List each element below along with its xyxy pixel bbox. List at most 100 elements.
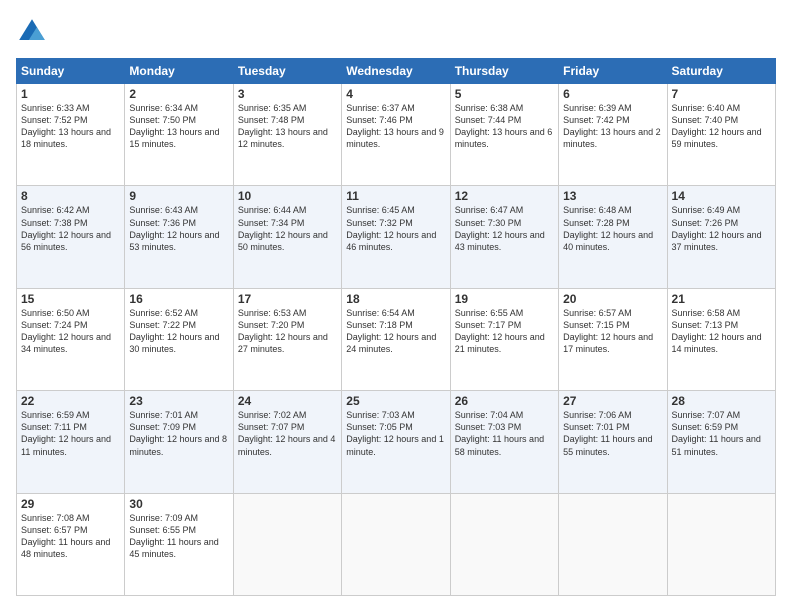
day-number: 3	[238, 87, 337, 101]
day-number: 4	[346, 87, 445, 101]
day-info: Sunrise: 6:38 AMSunset: 7:44 PMDaylight:…	[455, 102, 554, 151]
day-number: 19	[455, 292, 554, 306]
day-info: Sunrise: 6:44 AMSunset: 7:34 PMDaylight:…	[238, 204, 337, 253]
calendar-cell: 8Sunrise: 6:42 AMSunset: 7:38 PMDaylight…	[17, 186, 125, 288]
page: SundayMondayTuesdayWednesdayThursdayFrid…	[0, 0, 792, 612]
calendar-cell: 18Sunrise: 6:54 AMSunset: 7:18 PMDayligh…	[342, 288, 450, 390]
calendar-cell	[342, 493, 450, 595]
day-info: Sunrise: 7:06 AMSunset: 7:01 PMDaylight:…	[563, 409, 662, 458]
calendar-cell: 4Sunrise: 6:37 AMSunset: 7:46 PMDaylight…	[342, 84, 450, 186]
calendar-cell: 28Sunrise: 7:07 AMSunset: 6:59 PMDayligh…	[667, 391, 775, 493]
calendar-header: SundayMondayTuesdayWednesdayThursdayFrid…	[17, 59, 776, 84]
calendar-cell: 27Sunrise: 7:06 AMSunset: 7:01 PMDayligh…	[559, 391, 667, 493]
calendar-cell: 30Sunrise: 7:09 AMSunset: 6:55 PMDayligh…	[125, 493, 233, 595]
week-row-1: 1Sunrise: 6:33 AMSunset: 7:52 PMDaylight…	[17, 84, 776, 186]
calendar-cell: 14Sunrise: 6:49 AMSunset: 7:26 PMDayligh…	[667, 186, 775, 288]
logo-icon	[16, 16, 48, 48]
days-header-row: SundayMondayTuesdayWednesdayThursdayFrid…	[17, 59, 776, 84]
calendar-cell: 6Sunrise: 6:39 AMSunset: 7:42 PMDaylight…	[559, 84, 667, 186]
day-number: 5	[455, 87, 554, 101]
calendar-cell: 15Sunrise: 6:50 AMSunset: 7:24 PMDayligh…	[17, 288, 125, 390]
day-info: Sunrise: 6:37 AMSunset: 7:46 PMDaylight:…	[346, 102, 445, 151]
day-number: 28	[672, 394, 771, 408]
calendar-cell: 16Sunrise: 6:52 AMSunset: 7:22 PMDayligh…	[125, 288, 233, 390]
day-header-friday: Friday	[559, 59, 667, 84]
day-number: 29	[21, 497, 120, 511]
day-header-tuesday: Tuesday	[233, 59, 341, 84]
day-number: 23	[129, 394, 228, 408]
day-number: 30	[129, 497, 228, 511]
day-info: Sunrise: 6:49 AMSunset: 7:26 PMDaylight:…	[672, 204, 771, 253]
day-number: 25	[346, 394, 445, 408]
day-number: 8	[21, 189, 120, 203]
day-info: Sunrise: 6:50 AMSunset: 7:24 PMDaylight:…	[21, 307, 120, 356]
day-number: 20	[563, 292, 662, 306]
calendar-cell: 5Sunrise: 6:38 AMSunset: 7:44 PMDaylight…	[450, 84, 558, 186]
calendar-cell	[667, 493, 775, 595]
calendar-cell: 24Sunrise: 7:02 AMSunset: 7:07 PMDayligh…	[233, 391, 341, 493]
day-number: 14	[672, 189, 771, 203]
day-info: Sunrise: 6:52 AMSunset: 7:22 PMDaylight:…	[129, 307, 228, 356]
day-info: Sunrise: 6:39 AMSunset: 7:42 PMDaylight:…	[563, 102, 662, 151]
calendar-cell: 26Sunrise: 7:04 AMSunset: 7:03 PMDayligh…	[450, 391, 558, 493]
day-number: 15	[21, 292, 120, 306]
calendar-cell: 21Sunrise: 6:58 AMSunset: 7:13 PMDayligh…	[667, 288, 775, 390]
day-info: Sunrise: 6:53 AMSunset: 7:20 PMDaylight:…	[238, 307, 337, 356]
calendar-cell: 3Sunrise: 6:35 AMSunset: 7:48 PMDaylight…	[233, 84, 341, 186]
day-info: Sunrise: 6:54 AMSunset: 7:18 PMDaylight:…	[346, 307, 445, 356]
calendar-cell: 23Sunrise: 7:01 AMSunset: 7:09 PMDayligh…	[125, 391, 233, 493]
calendar-cell: 13Sunrise: 6:48 AMSunset: 7:28 PMDayligh…	[559, 186, 667, 288]
day-info: Sunrise: 7:09 AMSunset: 6:55 PMDaylight:…	[129, 512, 228, 561]
day-number: 16	[129, 292, 228, 306]
logo	[16, 16, 52, 48]
week-row-5: 29Sunrise: 7:08 AMSunset: 6:57 PMDayligh…	[17, 493, 776, 595]
day-info: Sunrise: 6:57 AMSunset: 7:15 PMDaylight:…	[563, 307, 662, 356]
day-number: 11	[346, 189, 445, 203]
day-info: Sunrise: 7:07 AMSunset: 6:59 PMDaylight:…	[672, 409, 771, 458]
calendar-cell: 9Sunrise: 6:43 AMSunset: 7:36 PMDaylight…	[125, 186, 233, 288]
day-info: Sunrise: 6:55 AMSunset: 7:17 PMDaylight:…	[455, 307, 554, 356]
calendar-cell: 7Sunrise: 6:40 AMSunset: 7:40 PMDaylight…	[667, 84, 775, 186]
day-header-wednesday: Wednesday	[342, 59, 450, 84]
day-info: Sunrise: 6:45 AMSunset: 7:32 PMDaylight:…	[346, 204, 445, 253]
calendar-table: SundayMondayTuesdayWednesdayThursdayFrid…	[16, 58, 776, 596]
calendar-cell: 29Sunrise: 7:08 AMSunset: 6:57 PMDayligh…	[17, 493, 125, 595]
day-number: 18	[346, 292, 445, 306]
day-info: Sunrise: 6:59 AMSunset: 7:11 PMDaylight:…	[21, 409, 120, 458]
calendar-body: 1Sunrise: 6:33 AMSunset: 7:52 PMDaylight…	[17, 84, 776, 596]
day-number: 1	[21, 87, 120, 101]
calendar-cell: 22Sunrise: 6:59 AMSunset: 7:11 PMDayligh…	[17, 391, 125, 493]
day-number: 6	[563, 87, 662, 101]
day-info: Sunrise: 6:58 AMSunset: 7:13 PMDaylight:…	[672, 307, 771, 356]
day-header-monday: Monday	[125, 59, 233, 84]
day-number: 12	[455, 189, 554, 203]
day-number: 2	[129, 87, 228, 101]
header	[16, 16, 776, 48]
day-info: Sunrise: 6:34 AMSunset: 7:50 PMDaylight:…	[129, 102, 228, 151]
day-number: 10	[238, 189, 337, 203]
day-number: 27	[563, 394, 662, 408]
calendar-cell	[559, 493, 667, 595]
day-number: 26	[455, 394, 554, 408]
day-header-thursday: Thursday	[450, 59, 558, 84]
day-number: 21	[672, 292, 771, 306]
day-info: Sunrise: 6:35 AMSunset: 7:48 PMDaylight:…	[238, 102, 337, 151]
day-header-sunday: Sunday	[17, 59, 125, 84]
calendar-cell: 19Sunrise: 6:55 AMSunset: 7:17 PMDayligh…	[450, 288, 558, 390]
day-number: 9	[129, 189, 228, 203]
calendar-cell: 1Sunrise: 6:33 AMSunset: 7:52 PMDaylight…	[17, 84, 125, 186]
day-number: 13	[563, 189, 662, 203]
day-info: Sunrise: 7:02 AMSunset: 7:07 PMDaylight:…	[238, 409, 337, 458]
day-info: Sunrise: 6:33 AMSunset: 7:52 PMDaylight:…	[21, 102, 120, 151]
day-info: Sunrise: 6:48 AMSunset: 7:28 PMDaylight:…	[563, 204, 662, 253]
day-number: 17	[238, 292, 337, 306]
calendar-cell: 11Sunrise: 6:45 AMSunset: 7:32 PMDayligh…	[342, 186, 450, 288]
week-row-3: 15Sunrise: 6:50 AMSunset: 7:24 PMDayligh…	[17, 288, 776, 390]
day-info: Sunrise: 7:04 AMSunset: 7:03 PMDaylight:…	[455, 409, 554, 458]
day-header-saturday: Saturday	[667, 59, 775, 84]
day-info: Sunrise: 7:03 AMSunset: 7:05 PMDaylight:…	[346, 409, 445, 458]
calendar-cell: 25Sunrise: 7:03 AMSunset: 7:05 PMDayligh…	[342, 391, 450, 493]
day-info: Sunrise: 7:01 AMSunset: 7:09 PMDaylight:…	[129, 409, 228, 458]
day-number: 24	[238, 394, 337, 408]
calendar-cell: 2Sunrise: 6:34 AMSunset: 7:50 PMDaylight…	[125, 84, 233, 186]
